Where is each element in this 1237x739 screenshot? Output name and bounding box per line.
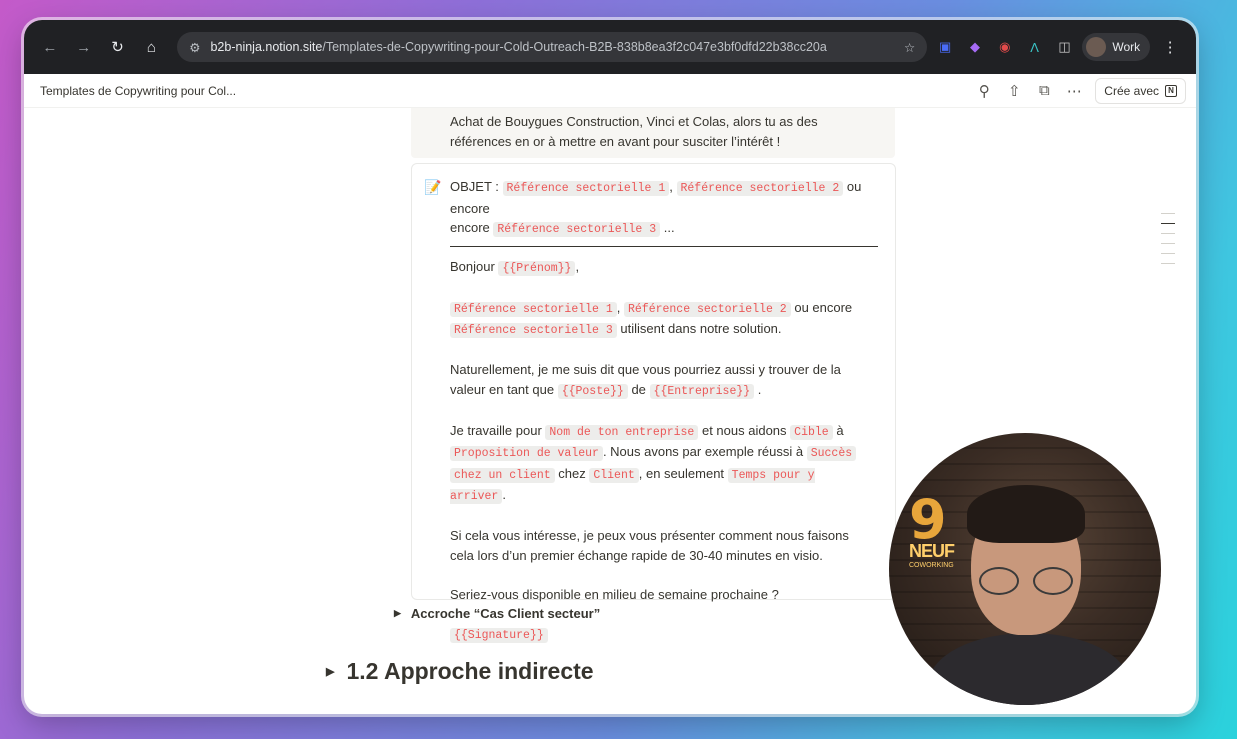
notion-logo-icon: N	[1165, 84, 1177, 97]
page-breadcrumb-title[interactable]: Templates de Copywriting pour Col...	[40, 84, 969, 98]
more-icon[interactable]: ⋯	[1059, 82, 1089, 100]
browser-toolbar: ← → ↻ ⌂ ⚙ b2b-ninja.notion.site/Template…	[24, 20, 1196, 74]
email-template-callout: 📝 OBJET : Référence sectorielle 1, Référ…	[411, 163, 896, 643]
placeholder-nom-entreprise: Nom de ton entreprise	[545, 424, 699, 440]
cree-avec-label: Crée avec	[1104, 83, 1159, 98]
duplicate-icon[interactable]: ⧉	[1029, 82, 1059, 99]
home-icon[interactable]: ⌂	[137, 33, 165, 61]
extension-purple-icon[interactable]: ◆	[963, 35, 987, 59]
placeholder-signature: {{Signature}}	[450, 627, 548, 643]
heading-toggle[interactable]: ▶ 1.2 Approche indirecte	[326, 658, 594, 685]
placeholder-entreprise: {{Entreprise}}	[649, 383, 755, 399]
page-outline-minimap[interactable]	[1161, 213, 1175, 273]
cree-avec-notion-button[interactable]: Crée avec N	[1095, 77, 1186, 104]
divider	[450, 245, 878, 247]
webcam-overlay: 9 NEUF COWORKING	[889, 433, 1161, 705]
site-info-icon[interactable]: ⚙	[189, 40, 200, 55]
placeholder-succes: Succès	[806, 446, 857, 461]
extension-blue-icon[interactable]: ▣	[933, 35, 957, 59]
toggle-triangle-icon[interactable]: ▶	[394, 608, 401, 619]
bookmark-star-icon[interactable]: ☆	[904, 40, 915, 55]
profile-label: Work	[1112, 40, 1141, 54]
kebab-menu-icon[interactable]: ⋮	[1156, 33, 1184, 61]
email-signature: {{Signature}}	[450, 624, 877, 646]
search-icon[interactable]: ⚲	[969, 82, 999, 100]
neuf-coworking-logo: 9 NEUF COWORKING	[909, 488, 955, 570]
reload-icon[interactable]: ↻	[104, 33, 132, 61]
placeholder-proposition: Proposition de valeur	[450, 446, 603, 461]
avatar	[1086, 37, 1107, 57]
profile-button[interactable]: Work	[1082, 33, 1151, 61]
email-greeting: Bonjour {{Prénom}},	[450, 258, 580, 276]
callout-text-line: Achat de Bouygues Construction, Vinci et…	[450, 114, 818, 129]
placeholder-cible: Cible	[790, 424, 833, 440]
placeholder-client: Client	[589, 467, 639, 483]
toggle-cas-client[interactable]: ▶ Accroche “Cas Client secteur”	[394, 606, 600, 621]
placeholder-ref1: Référence sectorielle 1	[502, 181, 670, 196]
callout-text-line: références en or à mettre en avant pour …	[450, 133, 781, 149]
toggle-triangle-icon[interactable]: ▶	[326, 665, 334, 678]
share-icon[interactable]: ⇧	[999, 82, 1029, 100]
back-icon[interactable]: ←	[36, 33, 64, 61]
extensions-puzzle-icon[interactable]: ◫	[1053, 35, 1077, 59]
context-callout: Achat de Bouygues Construction, Vinci et…	[411, 108, 895, 158]
placeholder-prenom: {{Prénom}}	[498, 260, 576, 276]
email-paragraph-travail: Je travaille pour Nom de ton entreprise …	[450, 421, 877, 507]
section-heading: 1.2 Approche indirecte	[346, 658, 594, 684]
email-paragraph-presentation: Si cela vous intéresse, je peux vous pré…	[450, 528, 849, 563]
toggle-label: Accroche “Cas Client secteur”	[410, 606, 601, 621]
email-paragraph-valeur: Naturellement, je me suis dit que vous p…	[450, 362, 841, 399]
glasses-icon	[975, 567, 1079, 597]
extension-teal-icon[interactable]: Λ	[1023, 35, 1047, 59]
placeholder-poste: {{Poste}}	[557, 383, 628, 399]
placeholder-ref3: Référence sectorielle 3	[493, 222, 661, 237]
placeholder-ref2: Référence sectorielle 2	[676, 181, 844, 196]
forward-icon[interactable]: →	[70, 33, 98, 61]
email-paragraph-refs: Référence sectorielle 1, Référence secto…	[450, 298, 877, 341]
url-text: b2b-ninja.notion.site/Templates-de-Copyw…	[210, 40, 827, 54]
notion-topbar: Templates de Copywriting pour Col... ⚲ ⇧…	[24, 74, 1196, 108]
address-bar[interactable]: ⚙ b2b-ninja.notion.site/Templates-de-Cop…	[177, 32, 928, 62]
presenter-hair	[967, 485, 1085, 543]
email-subject: OBJET : Référence sectorielle 1, Référen…	[450, 179, 862, 237]
email-paragraph-cta: Seriez-vous disponible en milieu de sema…	[450, 586, 779, 602]
memo-icon: 📝	[424, 179, 442, 195]
extension-pokeball-icon[interactable]: ◉	[993, 35, 1017, 59]
